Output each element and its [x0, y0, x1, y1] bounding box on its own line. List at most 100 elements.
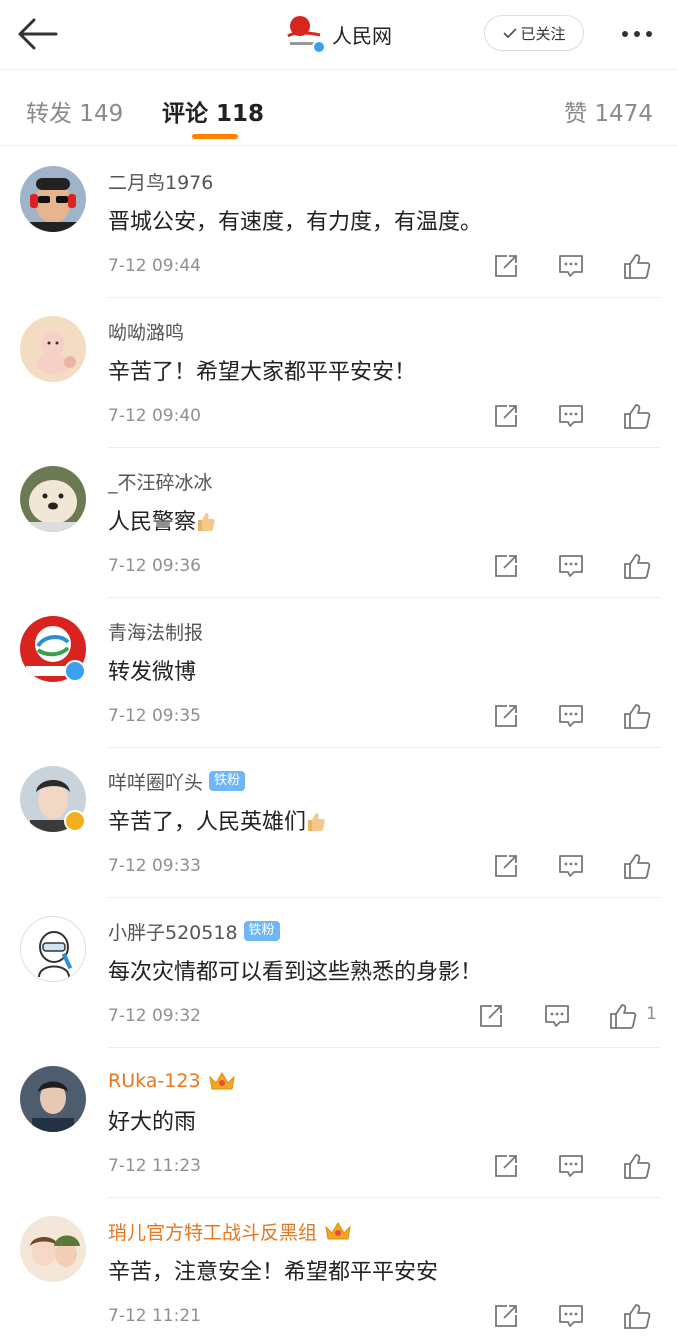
- comment-text: 晋城公安，有速度，有力度，有温度。: [108, 210, 483, 235]
- like-count: 1: [646, 1004, 657, 1024]
- comment-icon: [559, 405, 583, 427]
- tab-like[interactable]: 赞 1474: [564, 94, 653, 128]
- comment-item: RUka-123 好大的雨 7-12 11:23: [0, 1048, 677, 1198]
- reply-button[interactable]: [554, 550, 588, 582]
- comment-icon: [559, 1305, 583, 1327]
- like-button[interactable]: [620, 250, 654, 282]
- share-icon: [495, 1305, 517, 1327]
- avatar[interactable]: [20, 1066, 86, 1132]
- reply-button[interactable]: [554, 1300, 588, 1332]
- comment-text: 辛苦了，人民英雄们: [108, 804, 326, 836]
- share-icon: [495, 855, 517, 877]
- timestamp: 7-12 09:36: [108, 556, 201, 576]
- like-button[interactable]: [606, 1000, 640, 1032]
- share-button[interactable]: [474, 1000, 508, 1032]
- crown-icon: [325, 1222, 351, 1240]
- tab-comment[interactable]: 评论 118: [162, 94, 264, 128]
- comment-text: 人民警察: [108, 504, 216, 536]
- back-arrow-icon: [18, 18, 58, 50]
- thumbs-up-icon: [624, 704, 651, 729]
- thumbs-up-emoji-icon: [198, 513, 215, 531]
- comment-text: 转发微博: [108, 660, 197, 685]
- like-button[interactable]: [620, 1300, 654, 1332]
- account-logo[interactable]: [284, 12, 326, 54]
- comment-item: 二月鸟1976 晋城公安，有速度，有力度，有温度。 7-12 09:44: [0, 148, 677, 298]
- verified-icon: [64, 660, 86, 682]
- timestamp: 7-12 09:32: [108, 1006, 201, 1026]
- like-button[interactable]: [620, 550, 654, 582]
- timestamp: 7-12 11:21: [108, 1306, 201, 1326]
- account-name[interactable]: 人民网: [332, 20, 392, 49]
- like-button[interactable]: [620, 850, 654, 882]
- like-button[interactable]: [620, 400, 654, 432]
- thumbs-up-emoji-icon: [308, 813, 325, 831]
- verified-icon: [312, 40, 326, 54]
- avatar[interactable]: [20, 916, 86, 982]
- share-icon: [495, 555, 517, 577]
- timestamp: 7-12 09:33: [108, 856, 201, 876]
- share-icon: [480, 1005, 502, 1027]
- like-button[interactable]: [620, 700, 654, 732]
- username[interactable]: RUka-123: [108, 1070, 201, 1092]
- share-icon: [495, 705, 517, 727]
- share-button[interactable]: [489, 1300, 523, 1332]
- comment-icon: [559, 555, 583, 577]
- thumbs-up-icon: [610, 1004, 637, 1029]
- comment-text-content: 辛苦了，人民英雄们: [108, 810, 307, 835]
- username[interactable]: 琑儿官方特工战斗反黑组: [108, 1218, 317, 1245]
- following-label: 已关注: [520, 24, 566, 43]
- thumbs-up-icon: [624, 554, 651, 579]
- username[interactable]: 二月鸟1976: [108, 168, 213, 195]
- share-button[interactable]: [489, 250, 523, 282]
- timestamp: 7-12 11:23: [108, 1156, 201, 1176]
- avatar[interactable]: [20, 316, 86, 382]
- reply-button[interactable]: [554, 250, 588, 282]
- like-button[interactable]: [620, 1150, 654, 1182]
- avatar[interactable]: [20, 1216, 86, 1282]
- avatar[interactable]: [20, 466, 86, 532]
- comment-text-content: 人民警察: [108, 510, 197, 535]
- comment-item: 小胖子520518 铁粉 每次灾情都可以看到这些熟悉的身影！ 7-12 09:3…: [0, 898, 677, 1048]
- comment-item: 琑儿官方特工战斗反黑组 辛苦，注意安全！希望都平平安安 7-12 11:21: [0, 1198, 677, 1336]
- crown-icon: [208, 1072, 235, 1090]
- more-button[interactable]: [612, 20, 662, 48]
- reply-button[interactable]: [554, 1150, 588, 1182]
- back-button[interactable]: [14, 14, 62, 54]
- thumbs-up-icon: [624, 854, 651, 879]
- share-button[interactable]: [489, 1150, 523, 1182]
- active-tab-indicator: [192, 134, 238, 139]
- reply-button[interactable]: [554, 700, 588, 732]
- username[interactable]: _不汪碎冰冰: [108, 468, 213, 495]
- comment-text: 辛苦了！希望大家都平平安安！: [108, 360, 417, 385]
- avatar[interactable]: [20, 166, 86, 232]
- username[interactable]: 小胖子520518: [108, 918, 238, 945]
- timestamp: 7-12 09:44: [108, 256, 201, 276]
- timestamp: 7-12 09:40: [108, 406, 201, 426]
- following-button[interactable]: 已关注: [484, 15, 584, 51]
- comment-icon: [559, 255, 583, 277]
- comment-icon: [559, 1155, 583, 1177]
- fan-badge: 铁粉: [209, 771, 246, 791]
- reply-button[interactable]: [554, 850, 588, 882]
- reply-button[interactable]: [554, 400, 588, 432]
- share-button[interactable]: [489, 400, 523, 432]
- thumbs-up-icon: [624, 1304, 651, 1329]
- username[interactable]: 呦呦潞鸣: [108, 318, 184, 345]
- tab-bar: 转发 149 评论 118 赞 1474: [0, 70, 677, 146]
- comment-icon: [559, 855, 583, 877]
- comment-item: 咩咩圈吖头 铁粉 辛苦了，人民英雄们 7-12 09:33: [0, 748, 677, 898]
- username[interactable]: 青海法制报: [108, 618, 203, 645]
- username[interactable]: 咩咩圈吖头: [108, 768, 203, 795]
- tab-repost[interactable]: 转发 149: [26, 94, 123, 128]
- share-icon: [495, 405, 517, 427]
- thumbs-up-icon: [624, 254, 651, 279]
- share-icon: [495, 1155, 517, 1177]
- reply-button[interactable]: [540, 1000, 574, 1032]
- comment-text: 每次灾情都可以看到这些熟悉的身影！: [108, 960, 483, 985]
- comment-icon: [545, 1005, 569, 1027]
- share-button[interactable]: [489, 850, 523, 882]
- check-icon: [503, 28, 518, 39]
- timestamp: 7-12 09:35: [108, 706, 201, 726]
- share-button[interactable]: [489, 550, 523, 582]
- share-button[interactable]: [489, 700, 523, 732]
